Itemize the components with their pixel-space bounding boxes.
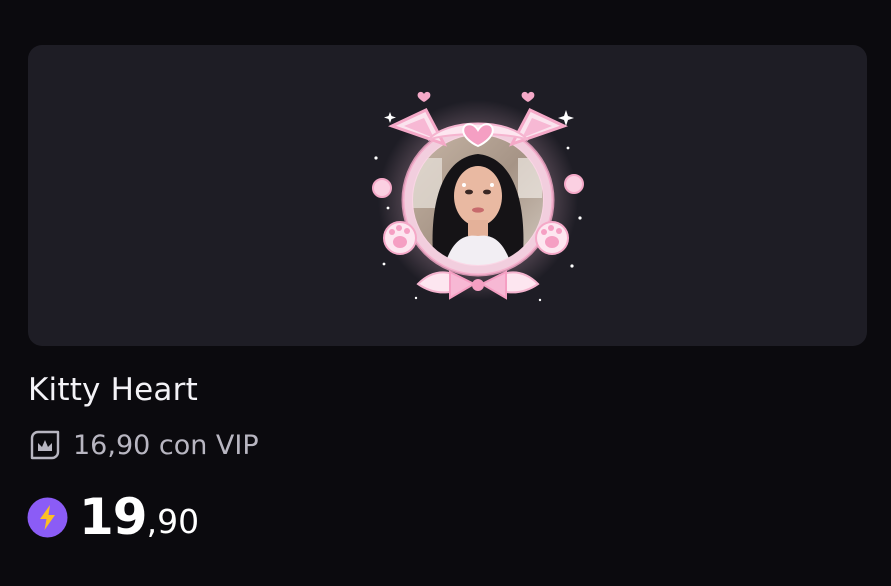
vip-price-row: 16,90 con VIP — [28, 427, 259, 463]
price-row: 19 ,90 — [27, 486, 199, 548]
crown-icon — [28, 428, 62, 462]
item-preview-card[interactable] — [28, 45, 867, 346]
price-decimal: ,90 — [146, 502, 200, 541]
price-integer: 19 — [79, 488, 148, 546]
vip-price-label: 16,90 con VIP — [73, 429, 259, 461]
kitty-frame-image — [372, 91, 584, 302]
product-title: Kitty Heart — [28, 372, 198, 408]
avatar-frame-preview — [368, 88, 588, 308]
lightning-bolt-icon — [27, 497, 68, 538]
